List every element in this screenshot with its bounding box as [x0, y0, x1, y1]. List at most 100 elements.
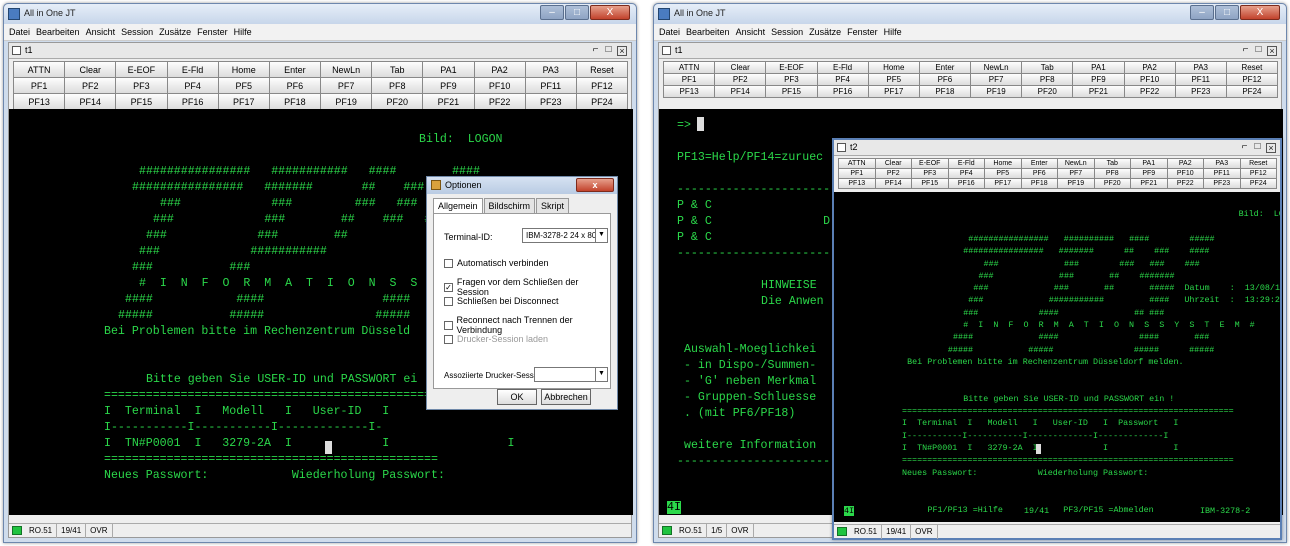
maximize-icon[interactable]: □	[604, 44, 613, 56]
key-pf12[interactable]: PF12	[575, 77, 628, 94]
menu-item-datei[interactable]: Datei	[9, 27, 30, 37]
tab-allgemein[interactable]: Allgemein	[433, 198, 483, 213]
key-pf2[interactable]: PF2	[64, 77, 117, 94]
terminal-screen[interactable]: Bild: LOGON ################ ########## #…	[834, 192, 1280, 522]
key-pf21[interactable]: PF21	[1130, 178, 1168, 189]
terminal-id-select[interactable]: IBM-3278-2 24 x 80 ▼	[522, 228, 608, 243]
cancel-button[interactable]: Abbrechen	[541, 389, 591, 405]
key-pf20[interactable]: PF20	[371, 93, 424, 110]
key-clear[interactable]: Clear	[64, 61, 117, 78]
key-pf4[interactable]: PF4	[166, 77, 219, 94]
menu-item-zusätze[interactable]: Zusätze	[809, 27, 841, 37]
dialog-title-bar[interactable]: Optionen x	[427, 177, 617, 194]
key-pa2[interactable]: PA2	[473, 61, 526, 78]
minimize-button[interactable]: –	[540, 5, 564, 20]
key-pf11[interactable]: PF11	[524, 77, 577, 94]
key-pf19[interactable]: PF19	[970, 85, 1023, 98]
key-home[interactable]: Home	[217, 61, 270, 78]
option-row[interactable]: Drucker-Session laden	[444, 334, 548, 344]
key-tab[interactable]: Tab	[371, 61, 424, 78]
key-pf17[interactable]: PF17	[867, 85, 920, 98]
menu-item-datei[interactable]: Datei	[659, 27, 680, 37]
key-pf23[interactable]: PF23	[1203, 178, 1241, 189]
key-pf21[interactable]: PF21	[422, 93, 475, 110]
key-pf18[interactable]: PF18	[268, 93, 321, 110]
key-pf15[interactable]: PF15	[911, 178, 949, 189]
key-pa1[interactable]: PA1	[422, 61, 475, 78]
option-checkbox[interactable]	[444, 296, 453, 306]
key-pf15[interactable]: PF15	[765, 85, 818, 98]
right-title-bar[interactable]: All in One JT – □ X	[654, 4, 1286, 24]
key-e-eof[interactable]: E-EOF	[115, 61, 168, 78]
session-title-bar[interactable]: t2 ⌐ □ ×	[834, 140, 1280, 156]
key-pf19[interactable]: PF19	[1057, 178, 1095, 189]
tab-skript[interactable]: Skript	[536, 198, 570, 213]
key-pa3[interactable]: PA3	[524, 61, 577, 78]
menu-item-session[interactable]: Session	[771, 27, 803, 37]
key-pf7[interactable]: PF7	[320, 77, 373, 94]
key-pf20[interactable]: PF20	[1021, 85, 1074, 98]
menu-item-ansicht[interactable]: Ansicht	[86, 27, 116, 37]
menu-item-session[interactable]: Session	[121, 27, 153, 37]
key-pf20[interactable]: PF20	[1093, 178, 1131, 189]
menu-item-hilfe[interactable]: Hilfe	[234, 27, 252, 37]
key-enter[interactable]: Enter	[268, 61, 321, 78]
left-title-bar[interactable]: All in One JT – □ X	[4, 4, 636, 24]
menu-item-fenster[interactable]: Fenster	[197, 27, 228, 37]
tab-bildschirm[interactable]: Bildschirm	[483, 198, 536, 213]
key-reset[interactable]: Reset	[575, 61, 628, 78]
key-pf15[interactable]: PF15	[115, 93, 168, 110]
printer-session-select[interactable]: ▼	[534, 367, 608, 382]
restore-icon[interactable]: ⌐	[1240, 141, 1249, 153]
restore-icon[interactable]: ⌐	[1241, 44, 1250, 56]
key-pf23[interactable]: PF23	[524, 93, 577, 110]
menu-item-bearbeiten[interactable]: Bearbeiten	[36, 27, 80, 37]
key-e-fld[interactable]: E-Fld	[166, 61, 219, 78]
key-newln[interactable]: NewLn	[320, 61, 373, 78]
key-pf13[interactable]: PF13	[13, 93, 66, 110]
key-pf14[interactable]: PF14	[714, 85, 767, 98]
option-checkbox[interactable]: ✓	[444, 282, 453, 292]
close-button[interactable]: X	[1240, 5, 1280, 20]
maximize-button[interactable]: □	[1215, 5, 1239, 20]
key-pf1[interactable]: PF1	[13, 77, 66, 94]
key-pf23[interactable]: PF23	[1174, 85, 1227, 98]
key-pf18[interactable]: PF18	[918, 85, 971, 98]
menu-item-zusätze[interactable]: Zusätze	[159, 27, 191, 37]
close-icon[interactable]: ×	[1266, 143, 1276, 153]
close-icon[interactable]: ×	[1267, 46, 1277, 56]
option-checkbox[interactable]	[444, 320, 453, 330]
ok-button[interactable]: OK	[497, 389, 537, 405]
menu-item-hilfe[interactable]: Hilfe	[884, 27, 902, 37]
key-pf22[interactable]: PF22	[1166, 178, 1204, 189]
key-pf16[interactable]: PF16	[947, 178, 985, 189]
key-pf5[interactable]: PF5	[217, 77, 270, 94]
key-pf19[interactable]: PF19	[320, 93, 373, 110]
key-pf13[interactable]: PF13	[838, 178, 876, 189]
key-pf3[interactable]: PF3	[115, 77, 168, 94]
key-pf24[interactable]: PF24	[1239, 178, 1277, 189]
key-pf18[interactable]: PF18	[1020, 178, 1058, 189]
menu-item-ansicht[interactable]: Ansicht	[736, 27, 766, 37]
key-pf16[interactable]: PF16	[166, 93, 219, 110]
option-row[interactable]: Schließen bei Disconnect	[444, 296, 559, 306]
key-pf14[interactable]: PF14	[874, 178, 912, 189]
maximize-icon[interactable]: □	[1254, 44, 1263, 56]
maximize-button[interactable]: □	[565, 5, 589, 20]
key-pf6[interactable]: PF6	[268, 77, 321, 94]
close-icon[interactable]: ×	[617, 46, 627, 56]
key-pf10[interactable]: PF10	[473, 77, 526, 94]
dialog-close-button[interactable]: x	[576, 178, 614, 192]
key-pf17[interactable]: PF17	[217, 93, 270, 110]
key-pf16[interactable]: PF16	[816, 85, 869, 98]
restore-icon[interactable]: ⌐	[591, 44, 600, 56]
menu-item-fenster[interactable]: Fenster	[847, 27, 878, 37]
key-pf22[interactable]: PF22	[1123, 85, 1176, 98]
key-pf13[interactable]: PF13	[663, 85, 716, 98]
key-attn[interactable]: ATTN	[13, 61, 66, 78]
key-pf21[interactable]: PF21	[1072, 85, 1125, 98]
key-pf8[interactable]: PF8	[371, 77, 424, 94]
option-checkbox[interactable]	[444, 334, 453, 344]
option-row[interactable]: Reconnect nach Trennen der Verbindung	[444, 315, 610, 335]
key-pf22[interactable]: PF22	[473, 93, 526, 110]
